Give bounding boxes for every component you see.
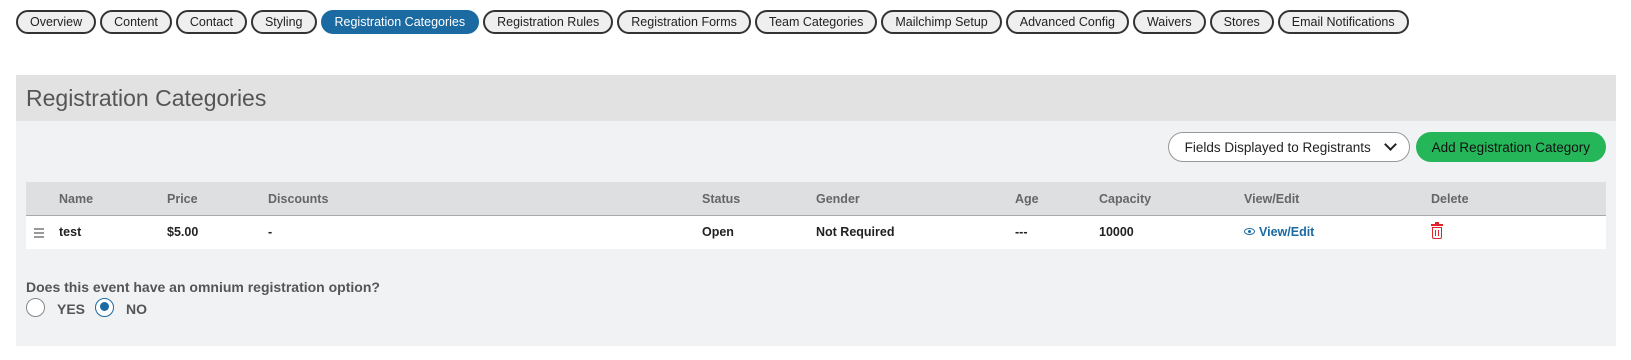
cell-capacity: 10000 <box>1099 225 1134 239</box>
chevron-down-icon <box>1383 138 1397 151</box>
table-header-row: Name Price Discounts Status Gender Age C… <box>26 182 1606 216</box>
table-row: test $5.00 - Open Not Required --- 10000… <box>26 216 1606 249</box>
cell-age: --- <box>1015 225 1028 239</box>
cell-gender: Not Required <box>816 225 895 239</box>
cell-name: test <box>59 225 82 239</box>
tab-email-notifications[interactable]: Email Notifications <box>1277 10 1409 34</box>
tab-registration-categories[interactable]: Registration Categories <box>320 10 480 34</box>
column-header-gender[interactable]: Gender <box>816 182 860 216</box>
column-header-delete: Delete <box>1431 192 1469 206</box>
tab-waivers[interactable]: Waivers <box>1132 10 1206 34</box>
tab-registration-forms[interactable]: Registration Forms <box>617 10 751 34</box>
cell-price: $5.00 <box>167 225 199 239</box>
panel-controls: Fields Displayed to Registrants Add Regi… <box>1167 132 1606 162</box>
eye-icon <box>1244 228 1255 235</box>
trash-icon[interactable] <box>1431 222 1443 240</box>
view-edit-link[interactable]: View/Edit <box>1244 216 1314 249</box>
panel-header: Registration Categories <box>16 75 1616 121</box>
tab-bar: Overview Content Contact Styling Registr… <box>16 10 1409 34</box>
omnium-question: Does this event have an omnium registrat… <box>26 279 380 295</box>
tab-content[interactable]: Content <box>100 10 172 34</box>
column-header-status[interactable]: Status <box>702 182 740 216</box>
column-header-age[interactable]: Age <box>1015 182 1039 216</box>
column-header-discounts[interactable]: Discounts <box>268 182 328 216</box>
registration-categories-panel: Registration Categories Fields Displayed… <box>16 75 1616 346</box>
tab-mailchimp-setup[interactable]: Mailchimp Setup <box>881 10 1002 34</box>
fields-displayed-select[interactable]: Fields Displayed to Registrants <box>1167 132 1410 162</box>
tab-team-categories[interactable]: Team Categories <box>754 10 878 34</box>
column-header-name[interactable]: Name <box>59 182 93 216</box>
omnium-no-radio[interactable] <box>95 297 115 317</box>
add-registration-category-button[interactable]: Add Registration Category <box>1415 132 1606 162</box>
page-title: Registration Categories <box>26 84 267 111</box>
drag-handle-icon[interactable] <box>34 228 44 240</box>
tab-styling[interactable]: Styling <box>250 10 317 34</box>
fields-displayed-select-value: Fields Displayed to Registrants <box>1184 139 1371 155</box>
tab-overview[interactable]: Overview <box>16 10 97 34</box>
cell-discounts: - <box>268 225 273 239</box>
omnium-yes-radio[interactable] <box>26 297 45 317</box>
tab-contact[interactable]: Contact <box>175 10 247 34</box>
cell-status: Open <box>702 225 734 239</box>
tab-stores[interactable]: Stores <box>1209 10 1274 34</box>
omnium-radio-group: YES NO <box>26 297 157 317</box>
omnium-yes-label[interactable]: YES <box>57 301 85 317</box>
omnium-no-label[interactable]: NO <box>126 301 147 317</box>
tab-registration-rules[interactable]: Registration Rules <box>483 10 614 34</box>
column-header-price[interactable]: Price <box>167 182 198 216</box>
registration-categories-table: Name Price Discounts Status Gender Age C… <box>26 182 1606 249</box>
tab-advanced-config[interactable]: Advanced Config <box>1005 10 1129 34</box>
column-header-view-edit: View/Edit <box>1244 192 1300 206</box>
view-edit-label: View/Edit <box>1259 225 1315 239</box>
column-header-capacity[interactable]: Capacity <box>1099 182 1151 216</box>
